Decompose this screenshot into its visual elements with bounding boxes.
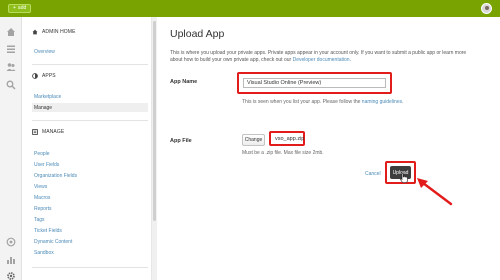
manage-heading-label: MANAGE [42, 129, 65, 135]
admin-home-heading: ADMIN HOME [32, 29, 76, 35]
sidebar-item-dynamic-content[interactable]: Dynamic Content [34, 239, 72, 245]
admin-sidebar: ADMIN HOME Overview APPS Marketplace Man… [22, 17, 152, 280]
developer-documentation-link[interactable]: Developer documentation [293, 57, 350, 63]
app-name-hint: This is seen when you list your app. Ple… [242, 99, 412, 106]
cancel-link[interactable]: Cancel [365, 171, 381, 177]
sidebar-item-tags[interactable]: Tags [34, 217, 45, 223]
search-icon[interactable] [5, 79, 17, 91]
highlight-box [237, 72, 392, 94]
sidebar-item-organization-fields[interactable]: Organization Fields [34, 173, 77, 179]
naming-guidelines-link[interactable]: naming guidelines [362, 99, 402, 105]
add-button-label: add [17, 5, 27, 11]
apps-heading: APPS [32, 73, 56, 79]
avatar[interactable] [481, 3, 492, 14]
sidebar-item-manage[interactable]: Manage [34, 105, 52, 111]
add-button[interactable]: + add [8, 4, 32, 13]
sidebar-item-user-fields[interactable]: User Fields [34, 162, 59, 168]
sidebar-item-overview[interactable]: Overview [34, 49, 55, 55]
intro-end: . [349, 57, 351, 63]
divider [32, 64, 148, 65]
home-icon[interactable] [5, 26, 17, 38]
scrollbar-thumb[interactable] [153, 21, 156, 221]
main-content: Upload App This is where you upload your… [157, 17, 500, 280]
home-icon [32, 29, 38, 35]
admin-home-label: ADMIN HOME [42, 29, 76, 35]
app-name-input[interactable] [243, 78, 386, 88]
intro-text: This is where you upload your private ap… [170, 50, 475, 64]
sidebar-item-reports[interactable]: Reports [34, 206, 52, 212]
app-name-label: App Name [170, 79, 198, 85]
sidebar-item-sandbox[interactable]: Sandbox [34, 250, 54, 256]
selected-file-name: vso_app.zip [275, 136, 305, 142]
manage-heading: MANAGE [32, 129, 64, 135]
customers-icon[interactable] [5, 61, 17, 73]
annotation-arrow-icon [417, 178, 453, 206]
hand-cursor-icon [400, 173, 408, 183]
views-icon[interactable] [5, 43, 17, 55]
divider [32, 267, 148, 268]
change-file-button[interactable]: Change [242, 134, 265, 146]
apps-icon [32, 73, 38, 79]
sidebar-item-people[interactable]: People [34, 151, 50, 157]
sidebar-item-marketplace[interactable]: Marketplace [34, 94, 61, 100]
admin-gear-icon[interactable] [5, 270, 17, 280]
icon-rail [0, 17, 22, 280]
app-file-hint: Must be a .zip file. Max file size 2mb. [242, 150, 324, 156]
reporting-icon[interactable] [5, 254, 17, 266]
sidebar-item-views[interactable]: Views [34, 184, 47, 190]
manage-icon [32, 129, 38, 135]
app-file-label: App File [170, 138, 192, 144]
sidebar-item-ticket-fields[interactable]: Ticket Fields [34, 228, 62, 234]
highlight-box: vso_app.zip [269, 131, 305, 146]
page-title: Upload App [170, 28, 225, 40]
top-bar: + add [0, 0, 500, 17]
target-icon[interactable] [5, 236, 17, 248]
app-name-hint-text: This is seen when you list your app. Ple… [242, 99, 362, 105]
apps-heading-label: APPS [42, 73, 56, 79]
app-name-hint-end: . [402, 99, 404, 105]
sidebar-item-macros[interactable]: Macros [34, 195, 50, 201]
plus-icon: + [13, 5, 16, 11]
divider [32, 120, 148, 121]
